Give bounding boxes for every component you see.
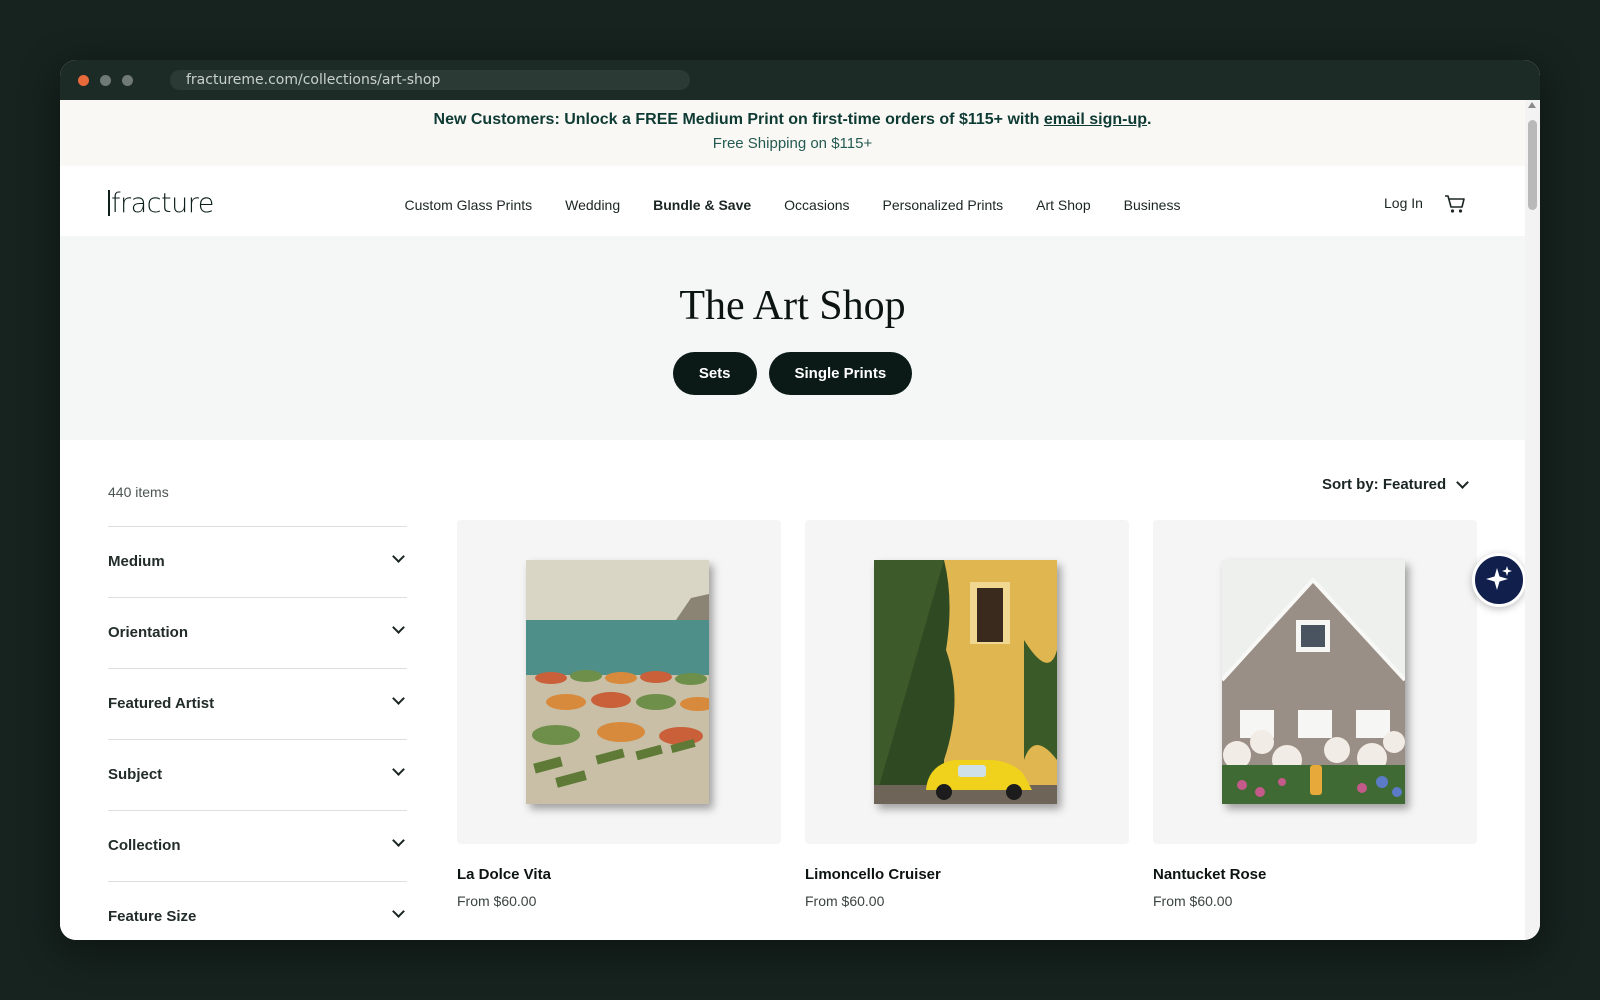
item-count: 440 items: [108, 484, 169, 500]
nav-item-personalized-prints[interactable]: Personalized Prints: [883, 197, 1004, 213]
product-grid: La Dolce Vita From $60.00 Limoncello Cru…: [457, 520, 1477, 909]
chevron-down-icon: [392, 621, 405, 634]
scrollbar-thumb[interactable]: [1528, 120, 1537, 210]
filter-label: Feature Size: [108, 908, 197, 925]
close-window-button[interactable]: [78, 75, 89, 86]
nav-item-business[interactable]: Business: [1124, 197, 1181, 213]
yellow-car-artwork: [874, 560, 1057, 804]
ai-assistant-button[interactable]: [1472, 553, 1525, 607]
chevron-down-icon: [392, 692, 405, 705]
chevron-down-icon: [392, 550, 405, 563]
browser-titlebar: fractureme.com/collections/art-shop: [60, 60, 1540, 100]
product-price: From $60.00: [457, 893, 537, 909]
product-title[interactable]: La Dolce Vita: [457, 866, 781, 883]
hero-section: The Art Shop Sets Single Prints: [60, 236, 1525, 440]
login-link[interactable]: Log In: [1384, 195, 1423, 211]
filter-label: Subject: [108, 766, 163, 783]
filter-subject[interactable]: Subject: [108, 739, 407, 810]
product-card[interactable]: Nantucket Rose From $60.00: [1153, 520, 1477, 909]
filter-label: Collection: [108, 837, 181, 854]
main-nav: fracture Custom Glass Prints Wedding Bun…: [60, 166, 1525, 236]
maximize-window-button[interactable]: [122, 75, 133, 86]
product-price: From $60.00: [805, 893, 885, 909]
sets-button[interactable]: Sets: [672, 352, 757, 395]
product-card[interactable]: La Dolce Vita From $60.00: [457, 520, 781, 909]
promo-text-end: .: [1147, 111, 1152, 128]
filter-feature-size[interactable]: Feature Size: [108, 881, 407, 940]
scroll-up-arrow-icon[interactable]: [1528, 102, 1536, 108]
filter-sidebar: Medium Orientation Featured Artist Subje…: [108, 526, 407, 940]
cart-icon[interactable]: [1444, 194, 1466, 214]
promo-text-start: New Customers: Unlock a FREE Medium Prin…: [433, 111, 1044, 128]
page-scrollbar[interactable]: [1525, 100, 1540, 940]
browser-window: fractureme.com/collections/art-shop New …: [60, 60, 1540, 940]
email-signup-link[interactable]: email sign-up: [1044, 111, 1147, 128]
filter-orientation[interactable]: Orientation: [108, 597, 407, 668]
nav-item-occasions[interactable]: Occasions: [784, 197, 849, 213]
nav-item-custom-glass-prints[interactable]: Custom Glass Prints: [405, 197, 533, 213]
rose-cottage-artwork: [1222, 560, 1405, 804]
filter-medium[interactable]: Medium: [108, 526, 407, 597]
beach-umbrellas-artwork: [526, 560, 709, 804]
nav-item-art-shop[interactable]: Art Shop: [1036, 197, 1090, 213]
chevron-down-icon: [392, 763, 405, 776]
single-prints-button[interactable]: Single Prints: [768, 352, 913, 395]
chevron-down-icon: [1456, 475, 1470, 489]
sparkle-icon: [1486, 566, 1512, 590]
nav-item-wedding[interactable]: Wedding: [565, 197, 620, 213]
filter-collection[interactable]: Collection: [108, 810, 407, 881]
nav-menu: Custom Glass Prints Wedding Bundle & Sav…: [60, 166, 1525, 236]
page-viewport: New Customers: Unlock a FREE Medium Prin…: [60, 100, 1525, 940]
chevron-down-icon: [392, 834, 405, 847]
filter-featured-artist[interactable]: Featured Artist: [108, 668, 407, 739]
chevron-down-icon: [392, 905, 405, 918]
filter-label: Medium: [108, 553, 165, 570]
filter-label: Orientation: [108, 624, 189, 641]
product-title[interactable]: Limoncello Cruiser: [805, 866, 1129, 883]
product-image-frame[interactable]: [457, 520, 781, 844]
address-bar[interactable]: fractureme.com/collections/art-shop: [170, 70, 690, 90]
free-shipping-text: Free Shipping on $115+: [712, 135, 873, 152]
filter-label: Featured Artist: [108, 695, 215, 712]
sort-dropdown[interactable]: Sort by: Featured: [1322, 475, 1470, 493]
promo-banner: New Customers: Unlock a FREE Medium Prin…: [60, 100, 1525, 166]
promo-text: New Customers: Unlock a FREE Medium Prin…: [60, 100, 1525, 129]
listing-content: 440 items Sort by: Featured Medium Orien…: [60, 440, 1525, 940]
product-card[interactable]: Limoncello Cruiser From $60.00: [805, 520, 1129, 909]
product-price: From $60.00: [1153, 893, 1233, 909]
nav-item-bundle-save[interactable]: Bundle & Save: [653, 197, 751, 213]
product-title[interactable]: Nantucket Rose: [1153, 866, 1477, 883]
product-image-frame[interactable]: [805, 520, 1129, 844]
product-image-frame[interactable]: [1153, 520, 1477, 844]
sort-label: Sort by: Featured: [1322, 476, 1447, 493]
page-title: The Art Shop: [679, 283, 906, 329]
minimize-window-button[interactable]: [100, 75, 111, 86]
